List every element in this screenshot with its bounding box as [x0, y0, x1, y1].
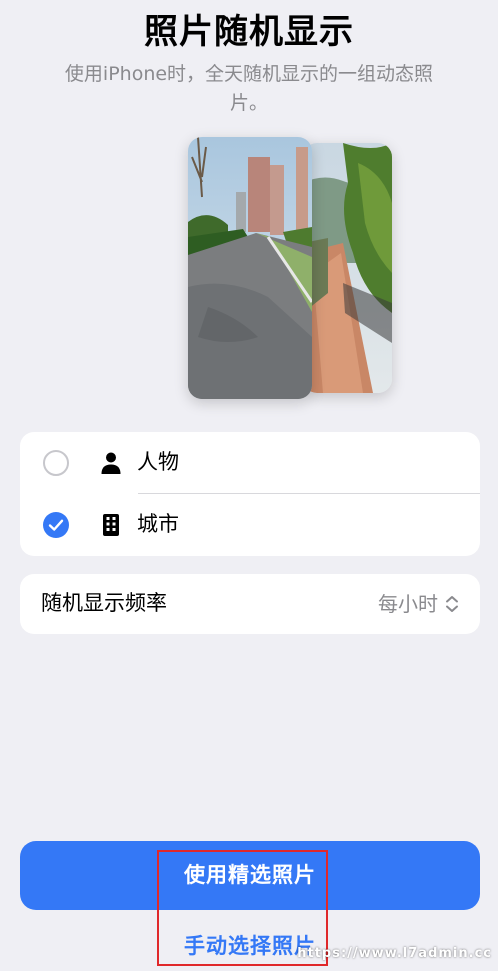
frequency-row[interactable]: 随机显示频率 每小时 — [20, 574, 480, 634]
person-icon — [101, 452, 121, 474]
radio-unchecked-icon[interactable] — [43, 450, 69, 476]
photo-preview — [188, 137, 392, 399]
photo-road — [188, 137, 312, 399]
chevron-up-down-icon[interactable] — [444, 594, 460, 614]
page-title: 照片随机显示 — [144, 12, 354, 52]
frequency-label: 随机显示频率 — [41, 591, 167, 615]
category-list: 人物 城市 — [20, 432, 480, 556]
frequency-value[interactable]: 每小时 — [378, 589, 438, 619]
radio-checked-icon[interactable] — [43, 512, 69, 538]
page-subtitle: 使用iPhone时，全天随机显示的一组动态照片。 — [64, 63, 434, 114]
option-city[interactable]: 城市 — [20, 494, 480, 556]
photo-stairs — [303, 143, 392, 393]
option-label: 人物 — [137, 450, 179, 474]
option-people[interactable]: 人物 — [20, 432, 480, 494]
building-icon — [103, 514, 119, 536]
option-label: 城市 — [137, 512, 179, 536]
watermark: https://www.l7admin.cc — [297, 946, 492, 961]
